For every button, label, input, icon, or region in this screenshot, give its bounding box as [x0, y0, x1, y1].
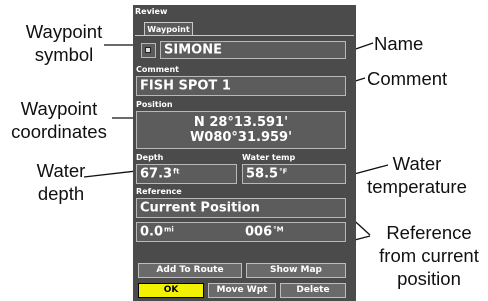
position-label: Position: [136, 100, 173, 109]
reference-value: Current Position: [140, 200, 260, 216]
latitude-value: N 28°13.591': [193, 115, 289, 130]
callout-reference: Reference from current position: [379, 222, 479, 289]
position-field[interactable]: N 28°13.591' W080°31.959': [136, 111, 346, 149]
show-map-button[interactable]: Show Map: [246, 263, 346, 278]
name-field[interactable]: SIMONE: [160, 41, 346, 59]
waypoint-symbol-button[interactable]: [141, 43, 156, 58]
depth-unit: ft: [173, 167, 180, 176]
callout-water-depth: Water depth: [36, 160, 86, 204]
reference-field[interactable]: Current Position: [136, 198, 346, 218]
name-value: SIMONE: [164, 42, 222, 58]
depth-field: 67.3ft: [136, 164, 237, 184]
longitude-value: W080°31.959': [189, 130, 293, 145]
water-temp-value: 58.5: [246, 166, 279, 182]
distance-unit: mi: [164, 225, 174, 234]
waypoint-symbol-icon: [145, 47, 151, 53]
delete-button[interactable]: Delete: [280, 283, 346, 298]
bearing-value: 006: [245, 224, 273, 240]
water-temp-unit: °F: [279, 167, 288, 176]
reference-readout: 0.0mi 006°M: [136, 222, 346, 242]
callout-comment: Comment: [367, 68, 448, 89]
callout-waypoint-coordinates: Waypoint coordinates: [11, 98, 107, 142]
depth-label: Depth: [136, 153, 164, 162]
callout-waypoint-symbol: Waypoint symbol: [25, 21, 103, 65]
move-wpt-button[interactable]: Move Wpt: [208, 283, 276, 298]
add-to-route-button[interactable]: Add To Route: [138, 263, 242, 278]
comment-value: FISH SPOT 1: [140, 78, 231, 94]
bearing-unit: °M: [273, 225, 284, 234]
ok-button[interactable]: OK: [138, 283, 204, 298]
comment-label: Comment: [136, 65, 179, 74]
water-temp-label: Water temp: [242, 153, 296, 162]
tab-waypoint[interactable]: Waypoint: [144, 22, 193, 35]
depth-value: 67.3: [140, 166, 173, 182]
callout-name: Name: [374, 33, 424, 54]
distance-value: 0.0: [140, 224, 164, 240]
reference-label: Reference: [136, 187, 182, 196]
comment-field[interactable]: FISH SPOT 1: [136, 76, 346, 96]
callout-water-temperature: Water temperature: [367, 153, 467, 197]
water-temp-field: 58.5°F: [242, 164, 346, 184]
device-screen: Review Waypoint SIMONE Comment FISH SPOT…: [133, 5, 356, 301]
page-title: Review: [135, 7, 168, 16]
tab-underline: [135, 35, 354, 36]
